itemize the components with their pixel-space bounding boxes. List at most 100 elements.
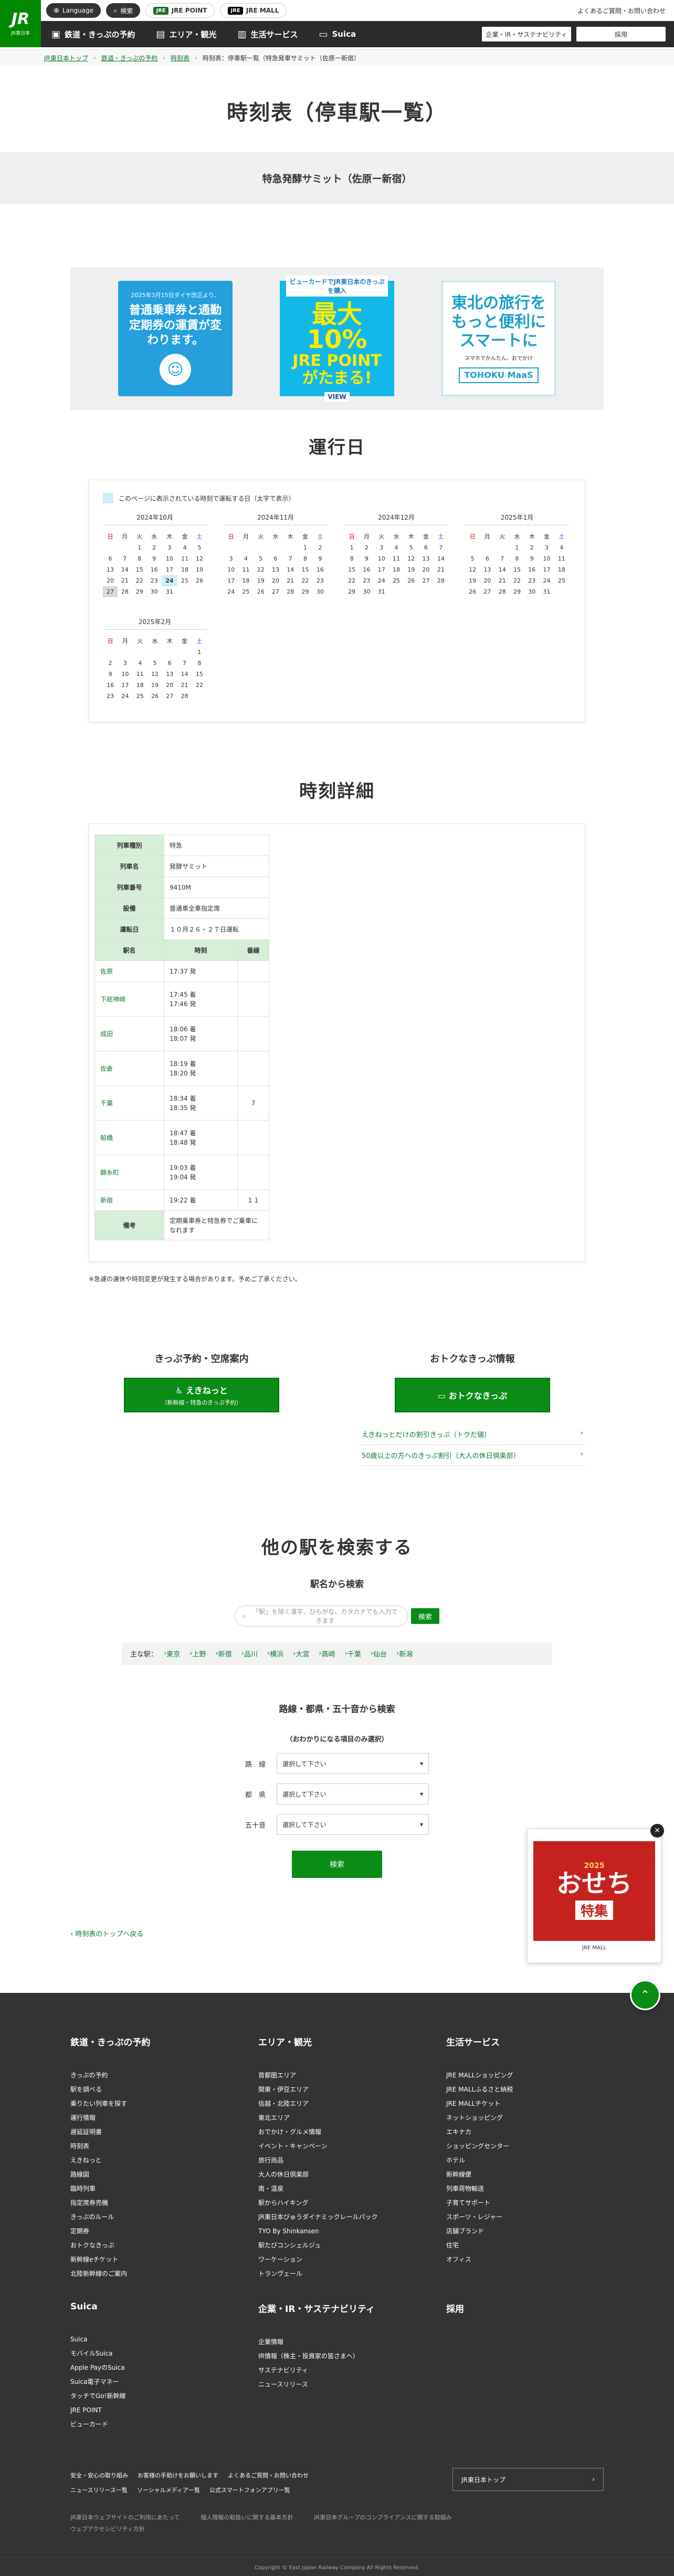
deals-button[interactable]: ▭ おトクなきっぷ <box>395 1378 550 1412</box>
footer-link[interactable]: イベント・キャンペーン <box>258 2139 416 2153</box>
footer-link[interactable]: 南・温泉 <box>258 2181 416 2195</box>
footer-link[interactable]: 個人情報の取扱いに関する基本方針 <box>201 2513 293 2525</box>
footer-link[interactable]: 首都圏エリア <box>258 2068 416 2082</box>
footer-link[interactable]: よくあるご質問・お問い合わせ <box>228 2468 309 2483</box>
jr-east-top-button[interactable]: JR東日本トップ › <box>452 2468 604 2491</box>
footer-link[interactable]: JR東日本ウェブサイトのご利用にあたって <box>70 2513 180 2525</box>
footer-link[interactable]: ネットショッピング <box>446 2110 604 2125</box>
main-station-link[interactable]: 新宿 <box>218 1649 232 1659</box>
footer-link[interactable]: モバイルSuica <box>70 2346 228 2360</box>
footer-link[interactable]: スポーツ・レジャー <box>446 2210 604 2224</box>
footer-link[interactable]: ニュースリリース一覧 <box>70 2483 128 2497</box>
station-link[interactable]: 新宿 <box>94 1189 164 1211</box>
footer-link[interactable]: 定期券 <box>70 2224 228 2238</box>
footer-link[interactable]: ウェブアクセシビリティ方針 <box>70 2525 145 2536</box>
breadcrumb-item[interactable]: 時刻表 <box>171 54 189 62</box>
station-link[interactable]: 佐倉 <box>94 1051 164 1086</box>
back-to-timetable-top-link[interactable]: ‹ 時刻表のトップへ戻る <box>70 1928 604 1938</box>
footer-link[interactable]: おトクなきっぷ <box>70 2238 228 2252</box>
footer-link[interactable]: 企業情報 <box>258 2335 416 2349</box>
footer-link[interactable]: Suica <box>70 2332 228 2346</box>
main-station-link[interactable]: 高崎 <box>322 1649 335 1659</box>
station-link[interactable]: 下総神崎 <box>94 981 164 1017</box>
footer-link[interactable]: 駅を調べる <box>70 2082 228 2096</box>
nav-life-services[interactable]: ▥ 生活サービス <box>227 29 308 40</box>
footer-link[interactable]: ホテル <box>446 2153 604 2167</box>
footer-link[interactable]: エキナカ <box>446 2125 604 2139</box>
footer-link[interactable]: きっぷのルール <box>70 2210 228 2224</box>
footer-link[interactable]: 乗りたい列車を探す <box>70 2096 228 2110</box>
footer-link[interactable]: JRE MALLふるさと納税 <box>446 2082 604 2096</box>
footer-link[interactable]: ビューカード <box>70 2417 228 2431</box>
footer-link[interactable]: お客様の手助けをお願いします <box>138 2468 218 2483</box>
footer-link[interactable]: 関東・伊豆エリア <box>258 2082 416 2096</box>
close-icon[interactable]: ✕ <box>650 1824 664 1838</box>
footer-link[interactable]: 指定席券売機 <box>70 2195 228 2210</box>
jre-mall-link[interactable]: JRE JRE MALL <box>220 3 287 18</box>
main-station-link[interactable]: 新潟 <box>399 1649 413 1659</box>
main-station-link[interactable]: 上野 <box>192 1649 206 1659</box>
footer-link[interactable]: 公式スマートフォンアプリ一覧 <box>209 2483 290 2497</box>
fare-change-banner[interactable]: 2025年3月15日ダイヤ改正より、 普通乗車券と通勤定期券の運賃が変わります。… <box>118 281 233 396</box>
footer-link[interactable]: ニュースリリース <box>258 2377 416 2391</box>
footer-link[interactable]: 店舗ブランド <box>446 2224 604 2238</box>
station-search-input[interactable]: ⌕ 「駅」を除く漢字、ひらがな、カタカナでも入力できます <box>235 1606 408 1627</box>
footer-link[interactable]: きっぷの予約 <box>70 2068 228 2082</box>
footer-link[interactable]: 運行情報 <box>70 2110 228 2125</box>
tohoku-maas-banner[interactable]: 東北の旅行をもっと便利にスマートに スマホでかんたん、おでかけ TOHOKU M… <box>441 281 556 396</box>
footer-link[interactable]: 安全・安心の取り組み <box>70 2468 128 2483</box>
footer-link[interactable]: 旅行商品 <box>258 2153 416 2167</box>
ekinet-button[interactable]: ♿︎ えきねっと （新幹線・特急のきっぷ予約） <box>124 1378 279 1412</box>
footer-link[interactable]: 大人の休日倶楽部 <box>258 2167 416 2181</box>
footer-link[interactable]: IR情報（株主・投資家の皆さまへ） <box>258 2349 416 2363</box>
footer-link[interactable]: 臨時列車 <box>70 2181 228 2195</box>
station-link[interactable]: 千葉 <box>94 1085 164 1121</box>
station-link[interactable]: 成田 <box>94 1016 164 1051</box>
main-station-link[interactable]: 品川 <box>244 1649 258 1659</box>
corporate-button[interactable]: 企業・IR・サステナビリティ <box>482 27 571 41</box>
jre-point-link[interactable]: JRE JRE POINT <box>145 3 215 18</box>
footer-link[interactable]: 駅からハイキング <box>258 2195 416 2210</box>
view-card-banner[interactable]: ビューカードでJR東日本のきっぷを購入 最大10% JRE POINTがたまる!… <box>280 276 394 402</box>
route-search-button[interactable]: 検索 <box>292 1851 382 1878</box>
search-button[interactable]: ⌕ 検索 <box>106 3 141 18</box>
footer-link[interactable]: TYO By Shinkansen <box>258 2224 416 2238</box>
select-dropdown[interactable]: 選択して下さい ▾ <box>277 1753 429 1774</box>
footer-link[interactable]: 住宅 <box>446 2238 604 2252</box>
main-station-link[interactable]: 横浜 <box>270 1649 283 1659</box>
footer-link[interactable]: JRE POINT <box>70 2403 228 2417</box>
footer-link[interactable]: サステナビリティ <box>258 2363 416 2377</box>
footer-heading[interactable]: 採用 <box>446 2301 604 2315</box>
footer-link[interactable]: 遅延証明書 <box>70 2125 228 2139</box>
footer-link[interactable]: 北陸新幹線のご案内 <box>70 2266 228 2281</box>
footer-link[interactable]: 東北エリア <box>258 2110 416 2125</box>
footer-link[interactable]: タッチでGo!新幹線 <box>70 2389 228 2403</box>
footer-link[interactable]: トランヴェール <box>258 2266 416 2281</box>
footer-link[interactable]: おでかけ・グルメ情報 <box>258 2125 416 2139</box>
main-station-link[interactable]: 千葉 <box>347 1649 361 1659</box>
footer-link[interactable]: オフィス <box>446 2252 604 2266</box>
osechi-floating-ad[interactable]: ✕ 2025 おせち 特集 JRE MALL <box>527 1824 664 1963</box>
main-station-link[interactable]: 大宮 <box>296 1649 309 1659</box>
deal-link-otona[interactable]: 50歳以上の方へのきっぷ割引（大人の休日倶楽部） › <box>360 1445 585 1466</box>
breadcrumb-item[interactable]: 鉄道・きっぷの予約 <box>101 54 158 62</box>
footer-link[interactable]: 列車荷物輸送 <box>446 2181 604 2195</box>
station-link[interactable]: 佐原 <box>94 960 164 982</box>
station-link[interactable]: 錦糸町 <box>94 1155 164 1190</box>
main-station-link[interactable]: 仙台 <box>373 1649 387 1659</box>
footer-link[interactable]: 時刻表 <box>70 2139 228 2153</box>
footer-link[interactable]: 新幹線便 <box>446 2167 604 2181</box>
footer-heading[interactable]: 企業・IR・サステナビリティ <box>258 2301 416 2315</box>
station-link[interactable]: 船橋 <box>94 1120 164 1155</box>
nav-area-tourism[interactable]: ▤ エリア・観光 <box>145 29 227 40</box>
footer-link[interactable]: ワーケーション <box>258 2252 416 2266</box>
footer-link[interactable]: えきねっと <box>70 2153 228 2167</box>
footer-link[interactable]: ショッピングセンター <box>446 2139 604 2153</box>
faq-link[interactable]: よくあるご質問・お問い合わせ <box>577 6 666 15</box>
footer-link[interactable]: 駅たびコンシェルジュ <box>258 2238 416 2252</box>
language-button[interactable]: ⊕ Language <box>46 3 101 18</box>
footer-link[interactable]: JR東日本びゅうダイナミックレールパック <box>258 2210 416 2224</box>
jr-east-logo[interactable]: JR JR東日本 <box>0 0 41 47</box>
footer-link[interactable]: ソーシャルメディア一覧 <box>137 2483 200 2497</box>
footer-link[interactable]: 路線図 <box>70 2167 228 2181</box>
